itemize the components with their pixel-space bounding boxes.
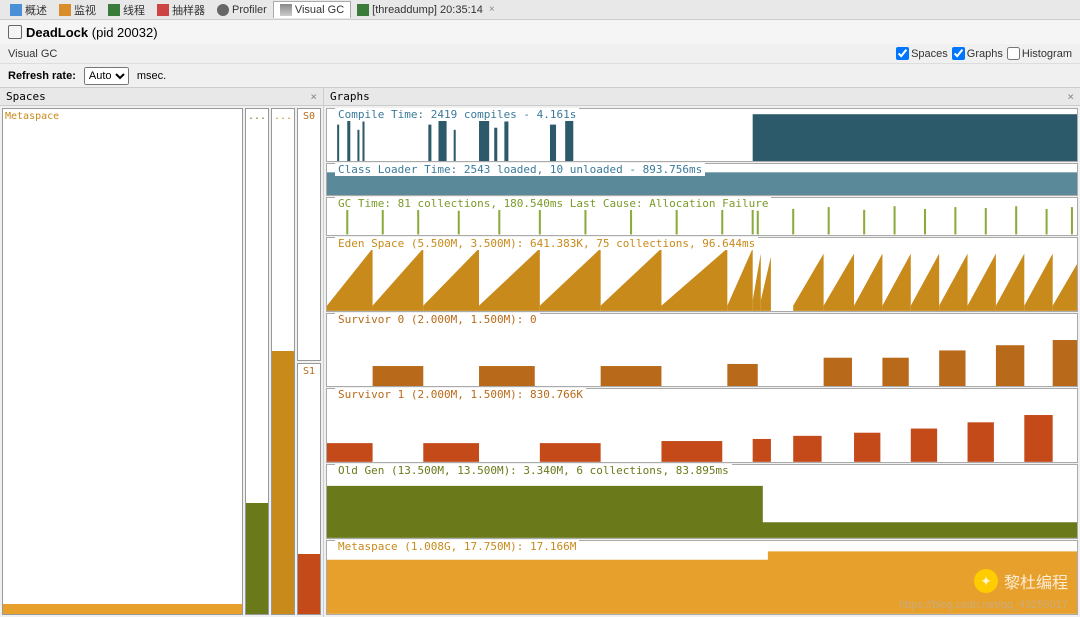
subtitle: Visual GC: [8, 48, 57, 60]
refresh-unit: msec.: [137, 70, 166, 82]
space-s1: S1: [297, 363, 321, 616]
close-icon[interactable]: ×: [1067, 90, 1074, 103]
graph-classloader: Class Loader Time: 2543 loaded, 10 unloa…: [326, 163, 1078, 196]
old-fill: [246, 503, 268, 614]
eden-fill: [272, 351, 294, 614]
sampler-icon: [157, 4, 169, 16]
graph-eden: Eden Space (5.500M, 3.500M): 641.383K, 7…: [326, 237, 1078, 312]
checkbox-histogram[interactable]: Histogram: [1007, 47, 1072, 60]
visualgc-icon: [280, 4, 292, 16]
checkbox-graphs[interactable]: Graphs: [952, 47, 1003, 60]
tab-overview[interactable]: 概述: [4, 0, 53, 20]
wechat-icon: ✦: [974, 569, 998, 593]
tab-visual-gc[interactable]: Visual GC: [273, 1, 351, 18]
view-checkboxes: Spaces Graphs Histogram: [896, 47, 1072, 60]
graph-oldgen: Old Gen (13.500M, 13.500M): 3.340M, 6 co…: [326, 464, 1078, 539]
main: Spaces × Metaspace ... ... S0 S1: [0, 88, 1080, 617]
overview-icon: [10, 4, 22, 16]
watermark-url: https://blog.csdn.net/qq_43255017: [899, 599, 1068, 611]
refresh-select[interactable]: Auto: [84, 67, 129, 85]
refresh-icon[interactable]: [8, 25, 22, 39]
refresh-bar: Refresh rate: Auto msec.: [0, 64, 1080, 88]
tab-profiler[interactable]: Profiler: [211, 2, 273, 18]
space-metaspace: Metaspace: [2, 108, 243, 615]
tabs-bar: 概述 监视 线程 抽样器 Profiler Visual GC [threadd…: [0, 0, 1080, 20]
title-bar: DeadLock (pid 20032): [0, 20, 1080, 44]
spaces-panel: Spaces × Metaspace ... ... S0 S1: [0, 88, 324, 617]
app-name: DeadLock: [26, 25, 88, 40]
tab-monitor[interactable]: 监视: [53, 0, 102, 20]
refresh-label: Refresh rate:: [8, 70, 76, 82]
space-eden: ...: [271, 108, 295, 615]
graph-s0: Survivor 0 (2.000M, 1.500M): 0: [326, 313, 1078, 388]
close-icon[interactable]: ×: [489, 4, 495, 15]
graph-s1: Survivor 1 (2.000M, 1.500M): 830.766K: [326, 388, 1078, 463]
checkbox-spaces[interactable]: Spaces: [896, 47, 948, 60]
spaces-header: Spaces ×: [0, 88, 323, 106]
space-old: ...: [245, 108, 269, 615]
watermark: ✦ 黎杜编程: [974, 569, 1068, 593]
threads-icon: [108, 4, 120, 16]
graphs-body: Compile Time: 2419 compiles - 4.161s Cla…: [324, 106, 1080, 617]
pid-label: (pid 20032): [92, 25, 158, 40]
graphs-panel: Graphs × Compile Time: 2419 compiles - 4…: [324, 88, 1080, 617]
tab-sampler[interactable]: 抽样器: [151, 0, 211, 20]
metaspace-fill: [3, 604, 242, 614]
spaces-body: Metaspace ... ... S0 S1: [0, 106, 323, 617]
threaddump-icon: [357, 4, 369, 16]
monitor-icon: [59, 4, 71, 16]
subtitle-bar: Visual GC Spaces Graphs Histogram: [0, 44, 1080, 64]
tab-threads[interactable]: 线程: [102, 0, 151, 20]
graph-compile: Compile Time: 2419 compiles - 4.161s: [326, 108, 1078, 162]
graphs-header: Graphs ×: [324, 88, 1080, 106]
graph-gc: GC Time: 81 collections, 180.540ms Last …: [326, 197, 1078, 235]
tab-threaddump[interactable]: [threaddump] 20:35:14×: [351, 2, 501, 18]
s1-fill: [298, 554, 320, 614]
profiler-icon: [217, 4, 229, 16]
space-s0: S0: [297, 108, 321, 361]
close-icon[interactable]: ×: [310, 90, 317, 103]
